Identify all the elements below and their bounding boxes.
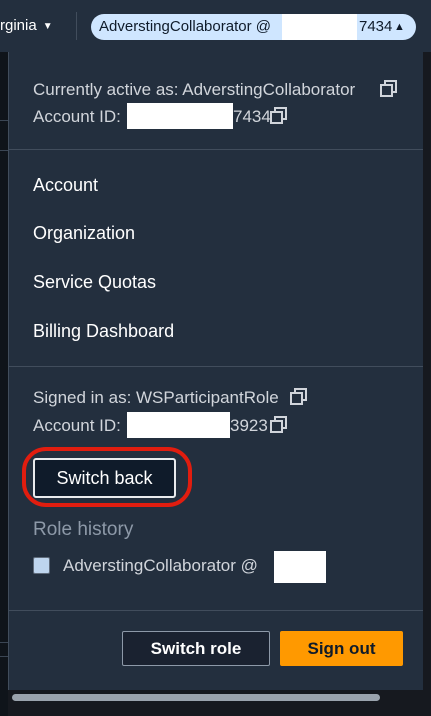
- switch-role-button[interactable]: Switch role: [122, 631, 270, 666]
- sign-out-button[interactable]: Sign out: [280, 631, 403, 666]
- role-history-item[interactable]: AdverstingCollaborator @: [63, 556, 258, 576]
- background-page-edge-right: [423, 52, 431, 716]
- caret-up-icon: ▲: [394, 21, 405, 33]
- account-menu-button[interactable]: AdverstingCollaborator @ 7434 ▲: [91, 14, 416, 40]
- region-selector[interactable]: rginia ▼: [0, 17, 53, 34]
- redacted-block: [127, 412, 230, 438]
- caret-down-icon: ▼: [42, 21, 53, 32]
- account-id-label: Account ID:: [33, 416, 121, 435]
- role-color-swatch: [33, 557, 50, 574]
- background-page-edge: [0, 52, 8, 716]
- copy-icon[interactable]: [269, 415, 289, 435]
- redacted-block: [127, 103, 233, 129]
- section-divider: [8, 366, 423, 367]
- account-dropdown-panel: [8, 52, 423, 690]
- account-id-suffix: 3923: [230, 416, 268, 435]
- copy-icon[interactable]: [289, 387, 309, 407]
- section-divider: [8, 610, 423, 611]
- role-history-title: Role history: [33, 519, 134, 540]
- scrollbar-thumb[interactable]: [12, 694, 380, 701]
- account-menu-label: AdverstingCollaborator @: [99, 18, 271, 35]
- account-id-label: Account ID:: [33, 107, 121, 126]
- currently-active-as: Currently active as: AdverstingCollabora…: [33, 80, 356, 99]
- menu-item-organization[interactable]: Organization: [33, 223, 135, 244]
- region-label: rginia: [0, 17, 37, 34]
- signed-in-as: Signed in as: WSParticipantRole: [33, 388, 279, 407]
- menu-item-account[interactable]: Account: [33, 175, 98, 196]
- switch-back-button[interactable]: Switch back: [33, 458, 176, 498]
- section-divider: [8, 149, 423, 150]
- topbar-divider: [76, 12, 77, 40]
- top-navigation-bar: rginia ▼ AdverstingCollaborator @ 7434 ▲: [0, 0, 431, 52]
- account-id-suffix: 7434: [233, 107, 271, 126]
- menu-item-billing-dashboard[interactable]: Billing Dashboard: [33, 321, 174, 342]
- menu-item-service-quotas[interactable]: Service Quotas: [33, 272, 156, 293]
- copy-icon[interactable]: [379, 79, 399, 99]
- copy-icon[interactable]: [269, 106, 289, 126]
- redacted-block: [282, 14, 357, 40]
- redacted-block: [274, 551, 326, 583]
- account-menu-id-suffix: 7434: [359, 18, 393, 35]
